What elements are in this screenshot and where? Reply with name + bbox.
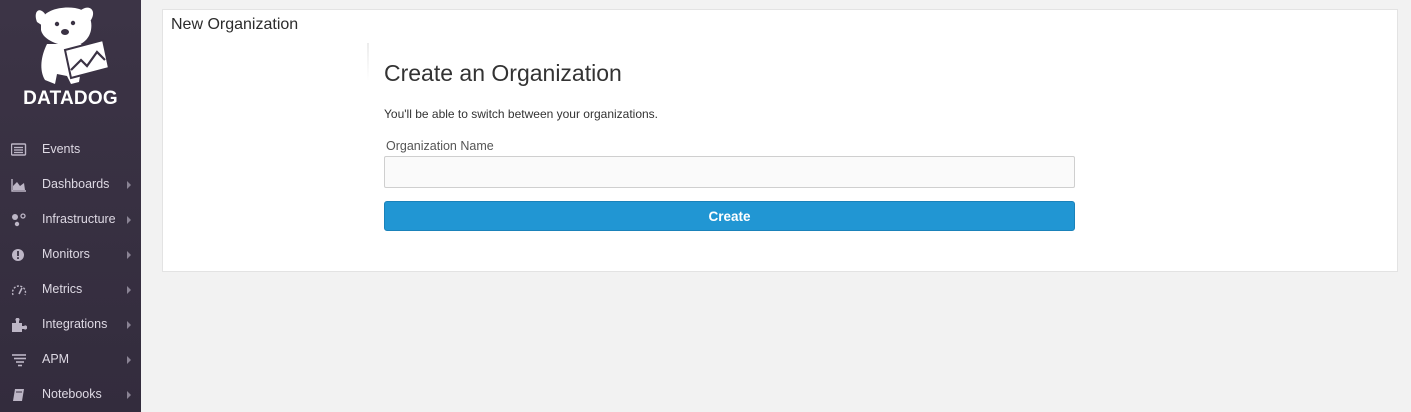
organization-name-input[interactable] (384, 156, 1075, 188)
chevron-right-icon (127, 321, 131, 329)
sidebar-nav: Events Dashboards Infrastructure Monitor… (0, 132, 141, 412)
sidebar-item-notebooks[interactable]: Notebooks (0, 377, 141, 412)
organization-name-label: Organization Name (386, 139, 494, 153)
sidebar-item-dashboards[interactable]: Dashboards (0, 167, 141, 202)
form-heading: Create an Organization (384, 60, 622, 86)
brand-name: DATADOG (23, 88, 118, 109)
sidebar-item-apm[interactable]: APM (0, 342, 141, 377)
sidebar-item-events[interactable]: Events (0, 132, 141, 167)
sidebar-item-label: Dashboards (42, 177, 110, 191)
form-subtitle: You'll be able to switch between your or… (384, 107, 659, 121)
sidebar-item-label: Monitors (42, 247, 90, 261)
sidebar-item-monitors[interactable]: Monitors (0, 237, 141, 272)
page-title: New Organization (171, 16, 299, 33)
chevron-right-icon (127, 181, 131, 189)
sidebar: DATADOG Events Dashboards Infrastructure… (0, 0, 141, 412)
sidebar-item-label: Events (42, 142, 81, 156)
sidebar-item-label: Notebooks (42, 387, 102, 401)
create-button[interactable]: Create (384, 201, 1075, 231)
sidebar-item-metrics[interactable]: Metrics (0, 272, 141, 307)
infrastructure-nodes-icon (12, 213, 26, 227)
monitor-alert-icon (12, 249, 24, 261)
sidebar-item-label: Infrastructure (42, 212, 116, 226)
metrics-gauge-icon (11, 285, 27, 296)
chevron-right-icon (127, 356, 131, 364)
notebook-icon (13, 389, 24, 401)
new-organization-panel: New Organization Create an Organization … (162, 9, 1398, 272)
chevron-right-icon (127, 251, 131, 259)
chevron-right-icon (127, 216, 131, 224)
apm-lines-icon (12, 354, 26, 367)
datadog-dog-logo-icon (35, 7, 111, 84)
sidebar-item-integrations[interactable]: Integrations (0, 307, 141, 342)
sidebar-item-label: Metrics (42, 282, 83, 296)
chevron-right-icon (127, 286, 131, 294)
integrations-puzzle-icon (12, 318, 27, 332)
sidebar-item-infrastructure[interactable]: Infrastructure (0, 202, 141, 237)
chevron-right-icon (127, 391, 131, 399)
events-list-icon (11, 143, 27, 156)
sidebar-item-label: APM (42, 352, 70, 366)
sidebar-item-label: Integrations (42, 317, 108, 331)
dashboard-area-chart-icon (11, 179, 26, 192)
divider (367, 43, 369, 81)
brand-logo[interactable]: DATADOG (0, 0, 141, 120)
